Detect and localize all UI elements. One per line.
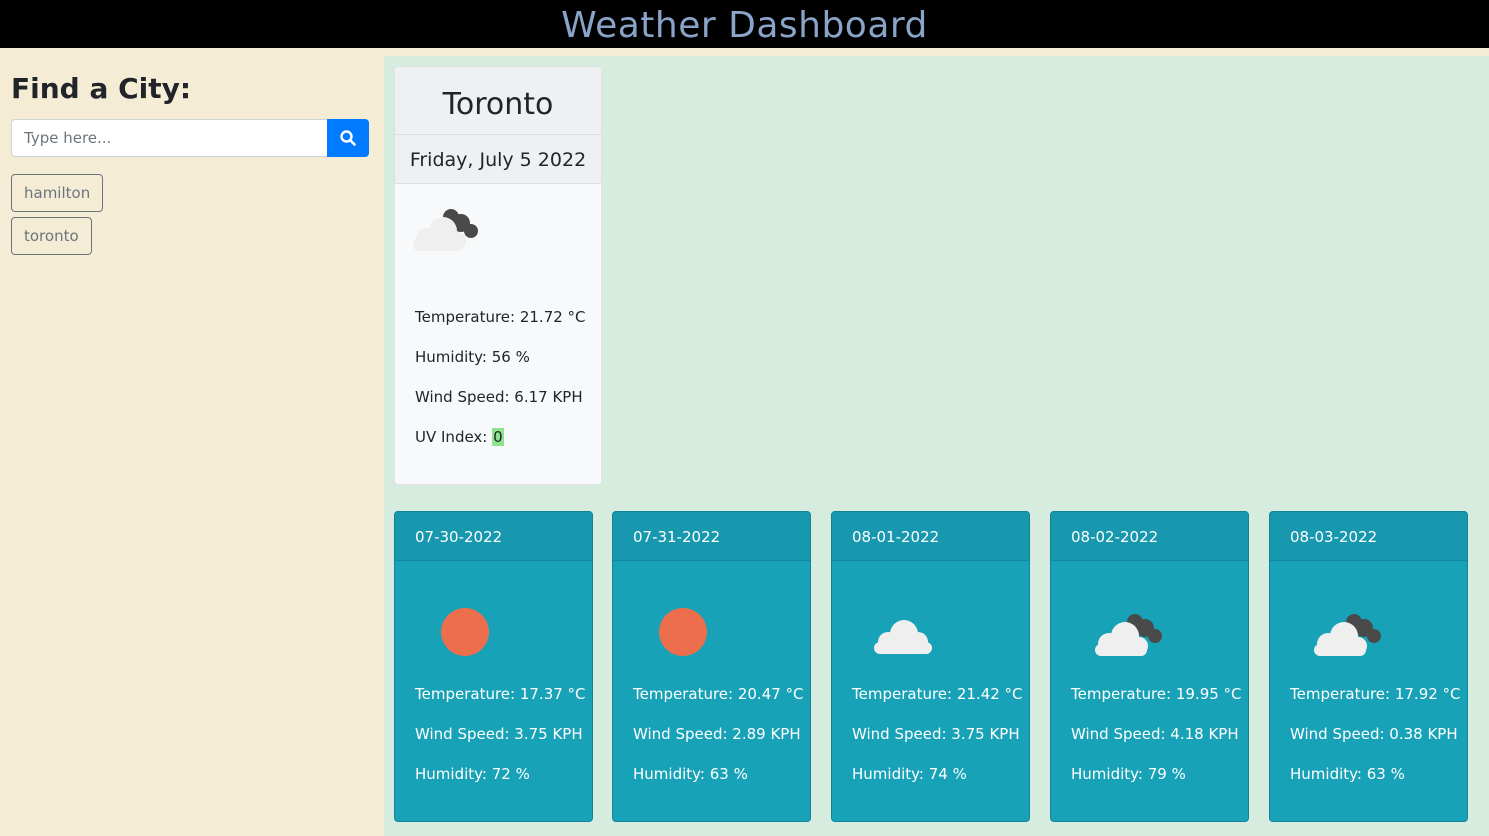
current-humidity: Humidity: 56 % [415,348,530,366]
forecast-stats: Temperature: 20.47 °C Wind Speed: 2.89 K… [633,684,804,804]
forecast-card: 08-03-2022 Temperature: 17.92 °C Wind Sp… [1269,511,1468,822]
forecast-stats: Temperature: 19.95 °C Wind Speed: 4.18 K… [1071,684,1242,804]
forecast-wind-speed: Wind Speed: 2.89 KPH [633,725,801,743]
forecast-card: 08-01-2022 Temperature: 21.42 °C Wind Sp… [831,511,1030,822]
forecast-temperature: Temperature: 20.47 °C [633,685,804,703]
current-date: Friday, July 5 2022 [395,135,601,184]
forecast-card: 08-02-2022 Temperature: 19.95 °C Wind Sp… [1050,511,1249,822]
broken-clouds-icon [1091,602,1163,666]
search-heading: Find a City: [11,72,192,105]
forecast-wind-speed: Wind Speed: 3.75 KPH [415,725,583,743]
city-search-input[interactable] [11,119,327,157]
forecast-humidity: Humidity: 63 % [1290,765,1405,783]
forecast-date: 07-30-2022 [395,512,592,561]
forecast-temperature: Temperature: 17.92 °C [1290,685,1461,703]
uv-badge: 0 [492,428,504,446]
main-content: Toronto Friday, July 5 2022 Temperature:… [384,56,1489,836]
current-weather-card: Toronto Friday, July 5 2022 Temperature:… [394,66,602,485]
current-uv-index: UV Index: 0 [415,427,586,447]
broken-clouds-icon [409,207,481,259]
search-form [11,119,369,157]
forecast-wind-speed: Wind Speed: 0.38 KPH [1290,725,1458,743]
broken-clouds-icon [1310,602,1382,666]
forecast-date: 08-02-2022 [1051,512,1248,561]
forecast-humidity: Humidity: 74 % [852,765,967,783]
uv-label: UV Index: [415,428,493,446]
few-clouds-icon [872,602,944,666]
forecast-date: 08-03-2022 [1270,512,1467,561]
search-history: hamilton toronto [11,174,104,260]
forecast-humidity: Humidity: 63 % [633,765,748,783]
clear-sky-icon [653,602,713,666]
forecast-wind-speed: Wind Speed: 4.18 KPH [1071,725,1239,743]
sidebar: Find a City: hamilton toronto [0,48,384,836]
forecast-humidity: Humidity: 79 % [1071,765,1186,783]
forecast-temperature: Temperature: 17.37 °C [415,685,586,703]
forecast-stats: Temperature: 17.92 °C Wind Speed: 0.38 K… [1290,684,1461,804]
forecast-stats: Temperature: 17.37 °C Wind Speed: 3.75 K… [415,684,586,804]
current-temperature: Temperature: 21.72 °C [415,308,586,326]
app-header: Weather Dashboard [0,0,1489,48]
forecast-date: 07-31-2022 [613,512,810,561]
forecast-date: 08-01-2022 [832,512,1029,561]
current-city: Toronto [395,67,601,135]
current-stats: Temperature: 21.72 °C Humidity: 56 % Win… [415,307,586,467]
forecast-humidity: Humidity: 72 % [415,765,530,783]
page-title: Weather Dashboard [561,5,928,46]
forecast-wind-speed: Wind Speed: 3.75 KPH [852,725,1020,743]
clear-sky-icon [435,602,495,666]
forecast-card: 07-31-2022 Temperature: 20.47 °C Wind Sp… [612,511,811,822]
history-button-hamilton[interactable]: hamilton [11,174,104,212]
forecast-stats: Temperature: 21.42 °C Wind Speed: 3.75 K… [852,684,1023,804]
search-icon [340,130,356,146]
search-button[interactable] [327,119,369,157]
forecast-temperature: Temperature: 21.42 °C [852,685,1023,703]
forecast-card: 07-30-2022 Temperature: 17.37 °C Wind Sp… [394,511,593,822]
history-button-toronto[interactable]: toronto [11,217,92,255]
current-wind-speed: Wind Speed: 6.17 KPH [415,388,583,406]
forecast-temperature: Temperature: 19.95 °C [1071,685,1242,703]
